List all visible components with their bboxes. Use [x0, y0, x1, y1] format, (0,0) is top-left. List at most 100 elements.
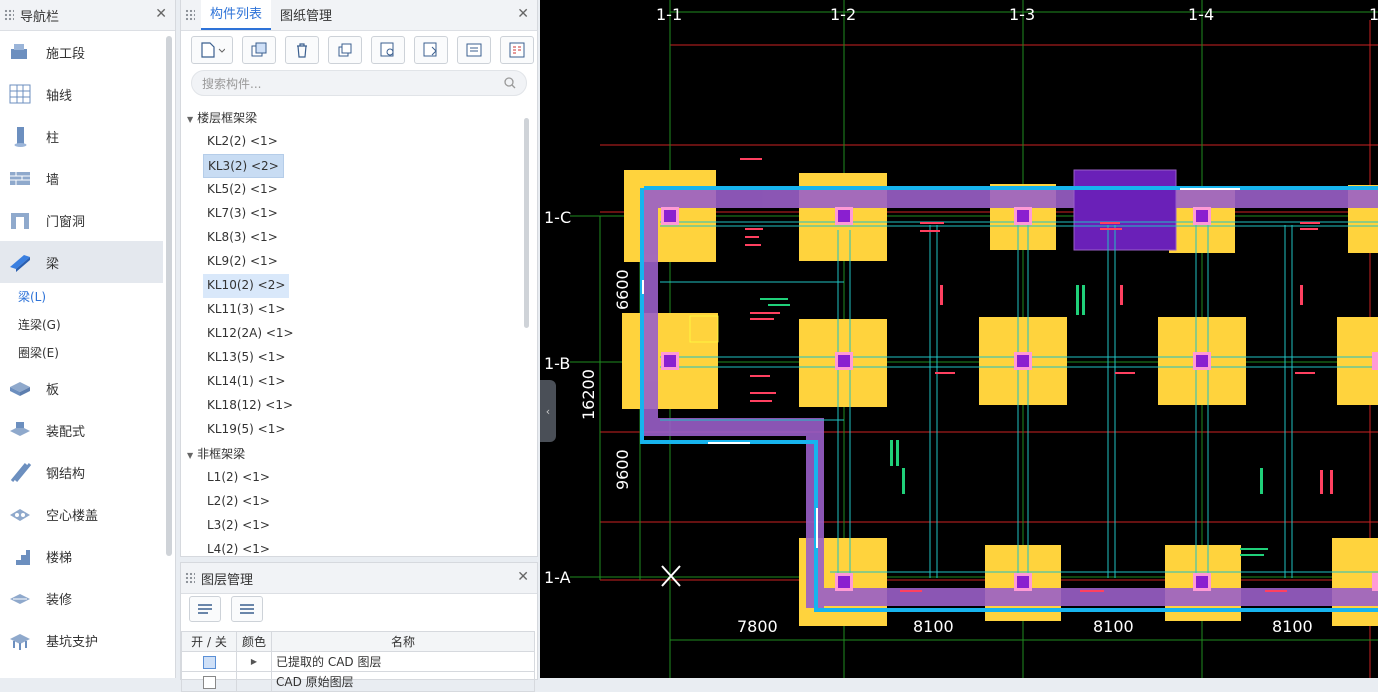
nav-scrollbar[interactable] [166, 36, 172, 556]
report-button[interactable] [500, 36, 534, 64]
dimension-label: 16200 [579, 369, 598, 420]
close-icon[interactable]: ✕ [155, 6, 167, 22]
column-header-color: 颜色 [236, 631, 272, 652]
dimension-label: 8100 [1093, 617, 1134, 636]
list-item[interactable]: KL3(2) <2> [203, 154, 284, 178]
layer-visibility-checkbox[interactable] [202, 655, 216, 669]
layer-table: 开 / 关 颜色 名称 ▶ 已提取的 CAD 图层 CAD 原始图层 [181, 631, 535, 692]
list-item[interactable]: KL12(2A) <1> [203, 322, 298, 346]
report-icon [509, 42, 525, 58]
search-box [191, 70, 527, 97]
properties-button[interactable] [457, 36, 491, 64]
slab-icon [10, 382, 30, 396]
close-icon[interactable]: ✕ [517, 569, 529, 585]
list-item[interactable]: KL5(2) <1> [203, 178, 282, 202]
close-icon[interactable]: ✕ [517, 6, 529, 22]
show-layers-button[interactable] [189, 596, 221, 622]
drag-grip-icon[interactable] [4, 9, 14, 21]
cad-drawing[interactable]: 1-1 1-2 1-3 1-4 1 1-C 1-B 1-A 7800 8100 … [540, 0, 1378, 678]
tree-group[interactable]: ▼ 非框架梁 [181, 442, 521, 466]
table-row[interactable]: CAD 原始图层 [181, 671, 535, 692]
list-item[interactable]: KL18(12) <1> [203, 394, 297, 418]
sidebar-item[interactable]: 墙 [0, 157, 163, 199]
list-item[interactable]: KL14(1) <1> [203, 370, 289, 394]
delete-component-button[interactable] [285, 36, 319, 64]
duplicate-icon [338, 43, 352, 57]
search-icon[interactable] [504, 77, 516, 89]
component-scrollbar[interactable] [524, 118, 529, 328]
hollow-floor-icon [10, 509, 30, 521]
sidebar-item[interactable]: 基坑支护 [0, 619, 163, 661]
sidebar-item[interactable]: 柱 [0, 115, 163, 157]
sidebar-item[interactable]: 板 [0, 367, 163, 409]
list-item[interactable]: KL19(5) <1> [203, 418, 289, 442]
nav-panel-header: 导航栏 ✕ [0, 0, 175, 31]
tab-drawing-management[interactable]: 图纸管理 [271, 2, 341, 30]
layer-visibility-checkbox[interactable] [202, 675, 216, 689]
sidebar-item[interactable]: 梁 [0, 241, 163, 283]
find-icon [380, 42, 394, 57]
dimension-label: 8100 [1272, 617, 1313, 636]
new-file-icon [201, 42, 225, 58]
drag-grip-icon[interactable] [185, 9, 195, 21]
sidebar-item-label: 基坑支护 [46, 634, 99, 650]
construction-section-icon [11, 44, 27, 59]
dimension-label: 7800 [737, 617, 778, 636]
sidebar-item[interactable]: 施工段 [0, 31, 163, 73]
new-component-button[interactable] [191, 36, 233, 64]
door-window-icon [11, 213, 29, 229]
axis-labels: 1-1 1-2 1-3 1-4 1 1-C 1-B 1-A [544, 5, 1378, 587]
sidebar-item[interactable]: 门窗洞 [0, 199, 163, 241]
dimension-label: 6600 [613, 269, 632, 310]
list-item[interactable]: L1(2) <1> [203, 466, 281, 490]
sidebar-subitem[interactable]: 连梁(G) [0, 311, 163, 339]
list-item[interactable]: KL10(2) <2> [203, 274, 290, 298]
sidebar-item[interactable]: 装修 [0, 577, 163, 619]
cad-drawing-canvas[interactable]: 1-1 1-2 1-3 1-4 1 1-C 1-B 1-A 7800 8100 … [540, 0, 1378, 678]
collapse-panel-handle[interactable]: ‹ [540, 380, 556, 442]
find-component-button[interactable] [371, 36, 405, 64]
dimension-label: 9600 [613, 449, 632, 490]
list-item[interactable]: KL8(3) <1> [203, 226, 282, 250]
sidebar-item[interactable]: 楼梯 [0, 535, 163, 577]
component-tree: ▼ 楼层框架梁 KL2(2) <1> KL3(2) <2> KL5(2) <1> KL7(… [181, 106, 521, 562]
sidebar-item[interactable]: 装配式 [0, 409, 163, 451]
expand-arrow-icon[interactable]: ▶ [236, 651, 272, 672]
hide-layers-button[interactable] [231, 596, 263, 622]
column-header-toggle: 开 / 关 [181, 631, 237, 652]
list-item[interactable]: L3(2) <1> [203, 514, 281, 538]
list-item[interactable]: L2(2) <1> [203, 490, 281, 514]
list-item[interactable]: KL2(2) <1> [203, 130, 282, 154]
list-item[interactable]: KL11(3) <1> [203, 298, 289, 322]
sidebar-item[interactable]: 钢结构 [0, 451, 163, 493]
sidebar-item-label: 板 [46, 382, 60, 398]
expand-arrow-icon[interactable]: ▼ [187, 444, 193, 468]
sidebar-item[interactable]: 空心楼盖 [0, 493, 163, 535]
wall-icon [10, 172, 30, 185]
tab-component-list[interactable]: 构件列表 [201, 0, 272, 30]
list-item[interactable]: L4(2) <1> [203, 538, 281, 562]
table-row[interactable]: ▶ 已提取的 CAD 图层 [181, 651, 535, 672]
list-item[interactable]: KL13(5) <1> [203, 346, 289, 370]
sidebar-subitem[interactable]: 圈梁(E) [0, 339, 163, 367]
copy-component-button[interactable] [242, 36, 276, 64]
sidebar-item[interactable]: 轴线 [0, 73, 163, 115]
axis-grid-icon [9, 84, 31, 104]
expand-arrow-icon[interactable]: ▼ [187, 108, 193, 132]
layer-copy-button[interactable] [328, 36, 362, 64]
properties-icon [466, 43, 482, 57]
sidebar-item-label: 楼梯 [46, 550, 73, 566]
sidebar-item-label: 空心楼盖 [46, 508, 99, 524]
layer-panel: 图层管理 ✕ 开 / 关 颜色 名称 ▶ 已提取的 CAD 图层 CAD 原始图… [180, 562, 538, 692]
layers-stack-icon [240, 604, 254, 614]
list-item[interactable]: KL7(3) <1> [203, 202, 282, 226]
axis-label-top: 1-4 [1188, 5, 1214, 24]
sidebar-subitem[interactable]: 梁(L) [0, 283, 163, 311]
import-component-button[interactable] [414, 36, 448, 64]
layer-name: CAD 原始图层 [271, 671, 535, 692]
drag-grip-icon[interactable] [185, 572, 195, 584]
highlighted-beam-block [1073, 169, 1177, 251]
tree-group[interactable]: ▼ 楼层框架梁 [181, 106, 521, 130]
search-input[interactable] [192, 71, 494, 97]
list-item[interactable]: KL9(2) <1> [203, 250, 282, 274]
